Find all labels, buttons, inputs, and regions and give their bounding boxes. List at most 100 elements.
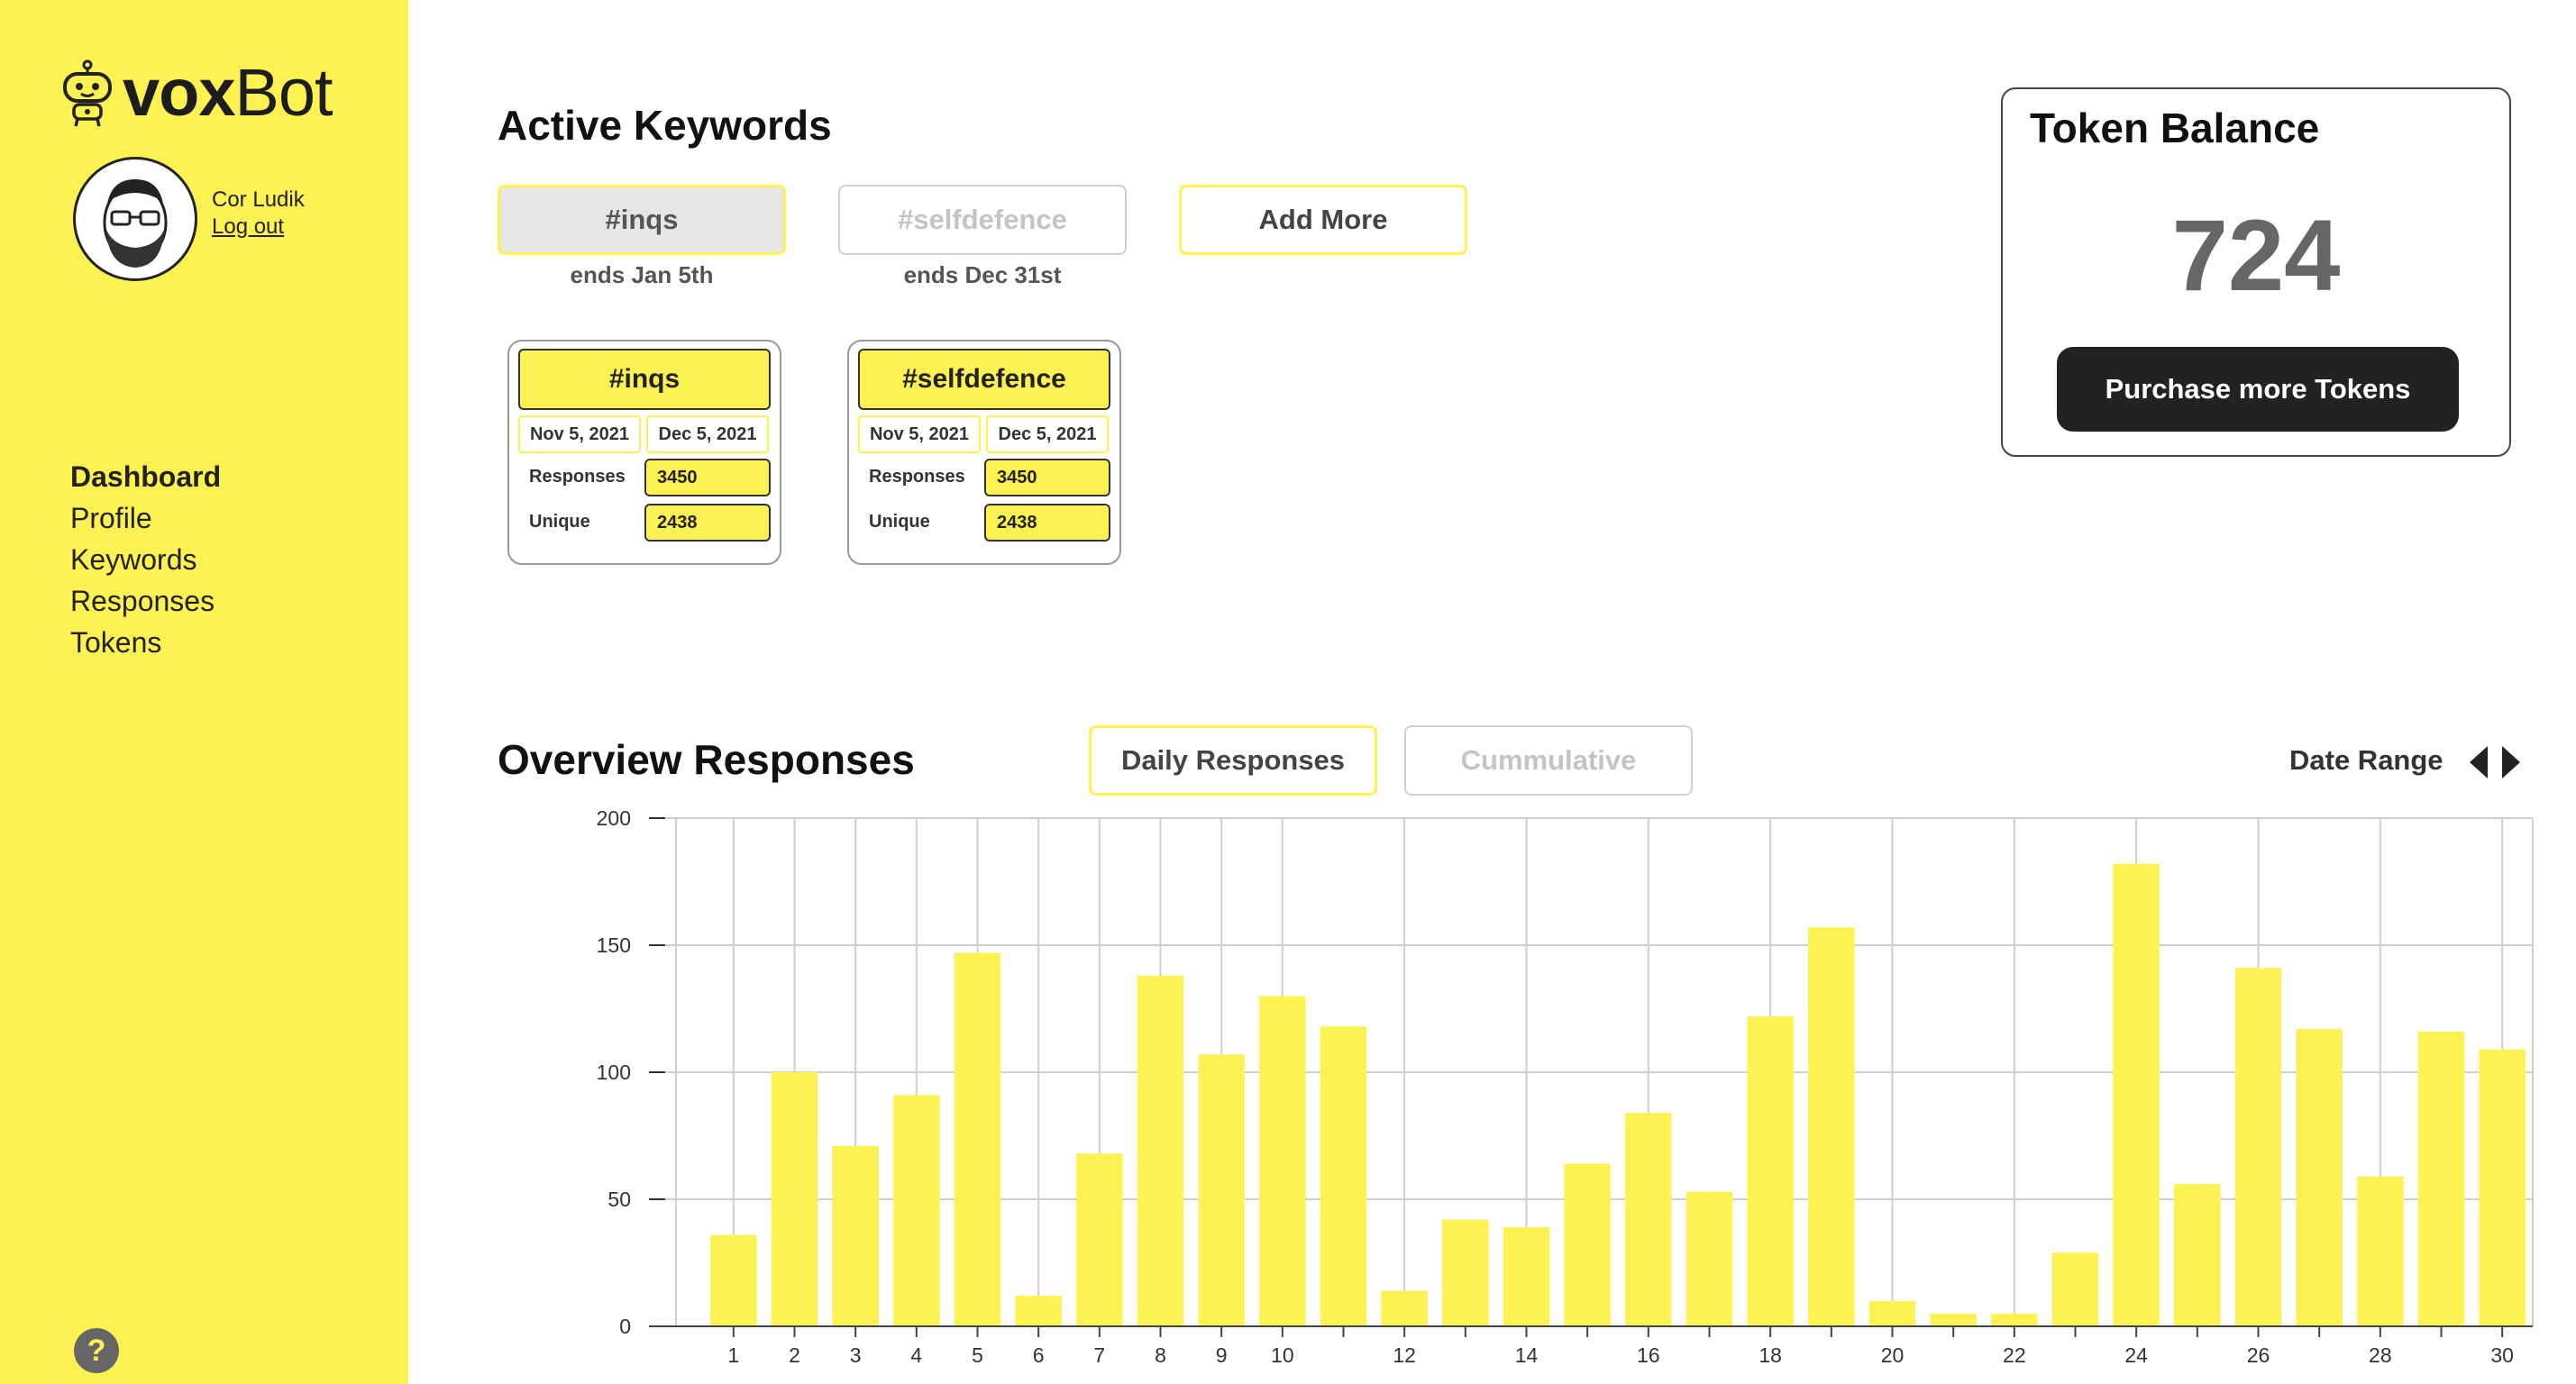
y-tick-label: 200 — [597, 806, 631, 830]
x-tick-label: 1 — [727, 1343, 739, 1367]
bar — [2113, 863, 2160, 1326]
x-tick-label: 14 — [1515, 1343, 1539, 1367]
keyword-end-date: ends Jan 5th — [570, 261, 714, 288]
x-tick-label: 7 — [1093, 1343, 1105, 1367]
responses-label: Responses — [869, 467, 965, 487]
sidebar-item-tokens[interactable]: Tokens — [70, 622, 221, 663]
bar — [2479, 1049, 2526, 1326]
user-name: Cor Ludik — [212, 187, 305, 212]
user-portrait-icon — [103, 179, 168, 268]
x-tick-label: 9 — [1216, 1343, 1228, 1367]
bar — [2357, 1176, 2404, 1326]
unique-label: Unique — [869, 512, 930, 532]
x-tick-label: 8 — [1155, 1343, 1166, 1367]
bar — [832, 1145, 879, 1326]
unique-value: 2438 — [984, 504, 1110, 542]
keyword-button-inqs[interactable]: #inqs — [498, 185, 786, 255]
date-range-label: Date Range — [2289, 744, 2444, 776]
x-tick-label: 10 — [1271, 1343, 1294, 1367]
bar — [1808, 927, 1855, 1326]
x-tick-label: 2 — [789, 1343, 800, 1367]
bar — [2417, 1031, 2465, 1326]
bar — [954, 952, 1001, 1326]
unique-value: 2438 — [644, 504, 771, 542]
robot-icon — [63, 59, 112, 127]
x-tick-label: 16 — [1637, 1343, 1660, 1367]
bar — [1076, 1153, 1123, 1326]
bar — [1442, 1219, 1489, 1326]
x-tick-label: 22 — [2003, 1343, 2026, 1367]
bar — [1625, 1113, 1672, 1326]
bar — [1259, 996, 1306, 1326]
bar — [1015, 1296, 1062, 1326]
daily-responses-chart: 0501001502001 2 3 4 5 6 7 8 9 10 12 14 16 18 20 22 24 26 2… — [597, 806, 2534, 1367]
avatar[interactable] — [73, 157, 197, 281]
bar — [1747, 1015, 1794, 1326]
keyword-card[interactable]: #inqs Nov 5, 2021 Dec 5, 2021 Responses … — [507, 340, 781, 565]
keyword-card[interactable]: #selfdefence Nov 5, 2021 Dec 5, 2021 Res… — [847, 340, 1121, 565]
bar — [710, 1234, 757, 1326]
x-tick-label: 18 — [1758, 1343, 1782, 1367]
keyword-end-date: Dec 5, 2021 — [646, 415, 769, 453]
overview-title: Overview Responses — [498, 736, 915, 783]
bar — [1381, 1290, 1428, 1326]
responses-value: 3450 — [984, 459, 1110, 496]
bar — [1868, 1300, 1916, 1326]
tab-daily-responses[interactable]: Daily Responses — [1089, 725, 1377, 796]
bar — [2296, 1029, 2343, 1326]
sidebar-nav: Dashboard Profile Keywords Responses Tok… — [70, 456, 221, 663]
add-more-button[interactable]: Add More — [1179, 185, 1467, 255]
brand-logo[interactable]: voxBot — [58, 56, 333, 130]
bar — [2234, 968, 2282, 1326]
bar — [1198, 1054, 1245, 1326]
token-balance-value: 724 — [2171, 199, 2341, 312]
token-balance-card: Token Balance 724 Purchase more Tokens — [2001, 87, 2511, 457]
keyword-card-title: #selfdefence — [858, 349, 1110, 410]
x-tick-label: 20 — [1881, 1343, 1905, 1367]
y-tick-label: 50 — [607, 1188, 631, 1211]
y-tick-label: 100 — [597, 1061, 631, 1084]
keyword-start-date: Nov 5, 2021 — [858, 415, 981, 453]
logout-link[interactable]: Log out — [212, 214, 284, 240]
keyword-button-selfdefence[interactable]: #selfdefence — [838, 185, 1127, 255]
bar — [1685, 1191, 1733, 1326]
responses-label: Responses — [529, 467, 626, 487]
purchase-tokens-button[interactable]: Purchase more Tokens — [2057, 347, 2459, 432]
x-tick-label: 4 — [910, 1343, 922, 1367]
bar — [1930, 1313, 1977, 1326]
keyword-card-title: #inqs — [518, 349, 771, 410]
responses-value: 3450 — [644, 459, 771, 496]
x-tick-label: 28 — [2369, 1343, 2392, 1367]
bar — [2174, 1184, 2221, 1326]
sidebar-item-dashboard[interactable]: Dashboard — [70, 456, 221, 497]
tab-cumulative[interactable]: Cummulative — [1404, 725, 1693, 796]
help-button[interactable]: ? — [74, 1328, 119, 1373]
sidebar-item-responses[interactable]: Responses — [70, 580, 221, 622]
bar — [771, 1072, 818, 1326]
bar — [2051, 1252, 2099, 1326]
sidebar-item-profile[interactable]: Profile — [70, 497, 221, 539]
next-range-arrow-icon[interactable] — [2502, 746, 2520, 778]
y-tick-label: 150 — [597, 933, 631, 957]
y-tick-label: 0 — [619, 1315, 631, 1338]
sidebar-item-keywords[interactable]: Keywords — [70, 539, 221, 580]
bar — [1564, 1163, 1611, 1326]
keyword-end-date: Dec 5, 2021 — [986, 415, 1109, 453]
previous-range-arrow-icon[interactable] — [2470, 746, 2488, 778]
bar — [1503, 1227, 1550, 1326]
bar — [1320, 1026, 1367, 1326]
unique-label: Unique — [529, 512, 590, 532]
keyword-end-date: ends Dec 31st — [903, 261, 1062, 288]
x-tick-label: 30 — [2490, 1343, 2514, 1367]
x-tick-label: 24 — [2124, 1343, 2148, 1367]
bar — [1991, 1313, 2038, 1326]
x-tick-label: 26 — [2247, 1343, 2270, 1367]
x-tick-label: 12 — [1393, 1343, 1416, 1367]
token-balance-title: Token Balance — [2030, 105, 2320, 151]
x-tick-label: 6 — [1033, 1343, 1045, 1367]
active-keywords-title: Active Keywords — [498, 102, 832, 149]
bar — [1137, 975, 1184, 1326]
keyword-start-date: Nov 5, 2021 — [518, 415, 641, 453]
bar — [893, 1095, 940, 1326]
x-tick-label: 5 — [972, 1343, 983, 1367]
